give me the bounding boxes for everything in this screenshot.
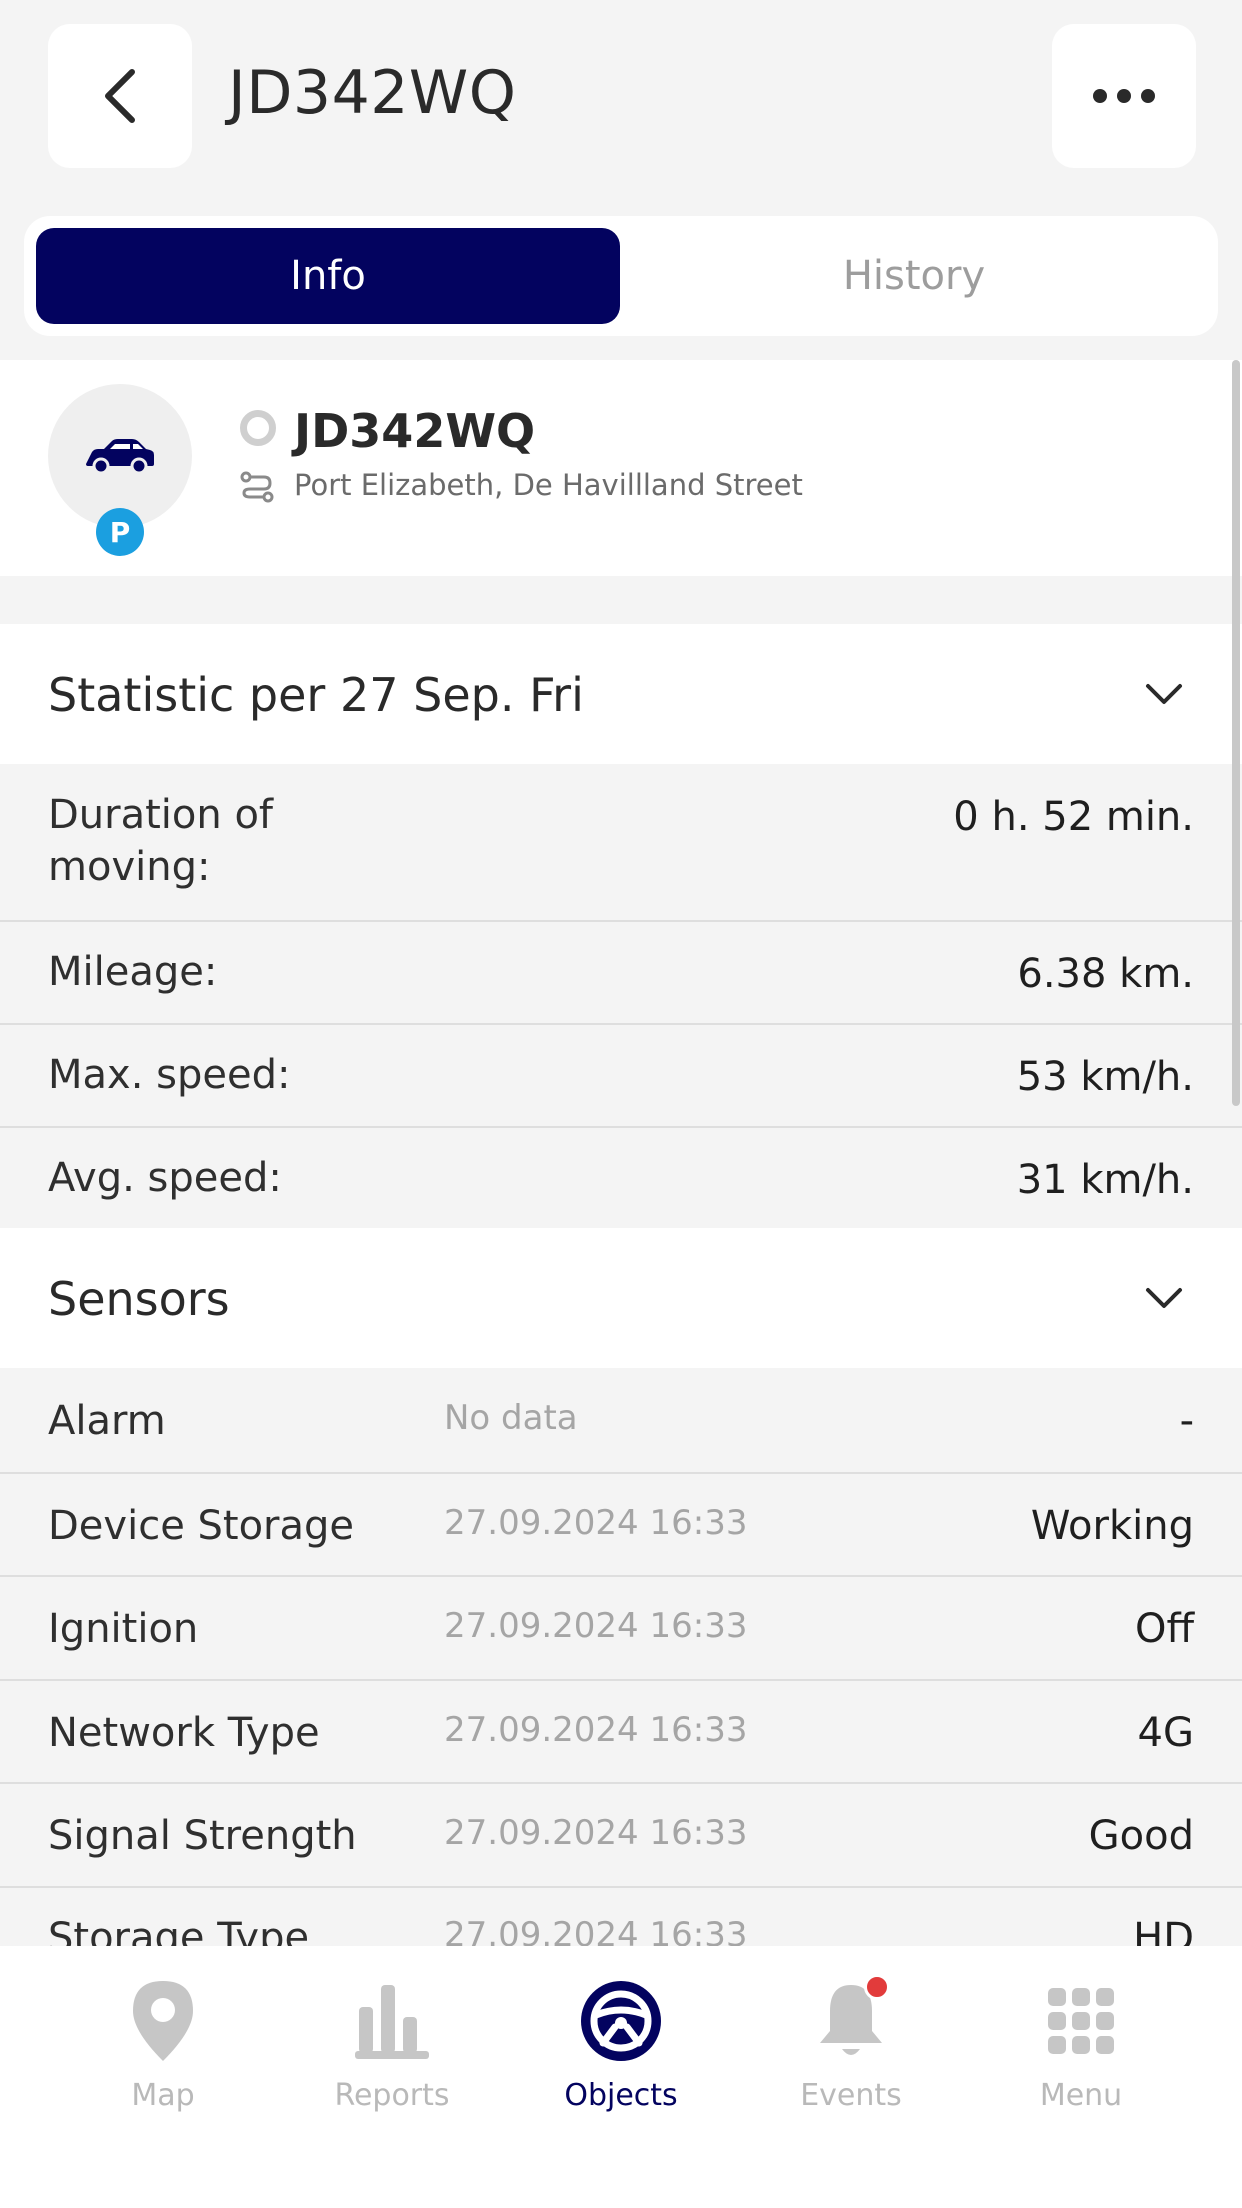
statistic-section-header[interactable]: Statistic per 27 Sep. Fri — [0, 624, 1242, 764]
more-horizontal-icon — [1093, 89, 1107, 103]
nav-icon-wrap — [576, 1976, 666, 2066]
sensor-timestamp: 27.09.2024 16:33 — [444, 1813, 748, 1853]
nav-label: Reports — [334, 2078, 450, 2113]
car-icon — [86, 439, 154, 475]
sensor-timestamp: 27.09.2024 16:33 — [444, 1606, 748, 1646]
object-address: Port Elizabeth, De Havillland Street — [294, 468, 803, 502]
sensor-value: Good — [1088, 1813, 1194, 1859]
bottom-navigation: Map Reports Objects Events Menu — [0, 1946, 1242, 2208]
tab-bar: Info History — [24, 216, 1218, 336]
parking-status-badge: P — [96, 508, 144, 556]
header: JD342WQ — [0, 0, 1242, 196]
statistic-label: Mileage: — [48, 949, 218, 995]
tab-history[interactable]: History — [622, 228, 1206, 324]
sensor-value: 4G — [1137, 1710, 1194, 1756]
bar-chart-icon — [355, 1985, 429, 2059]
sensors-title: Sensors — [48, 1272, 230, 1326]
nav-label: Objects — [564, 2078, 678, 2113]
chevron-down-icon — [1146, 684, 1182, 704]
sensor-label: Signal Strength — [48, 1813, 357, 1859]
nav-icon-wrap — [347, 1976, 437, 2066]
statistic-row-mileage: Mileage: 6.38 km. — [0, 922, 1242, 1025]
nav-item-objects[interactable]: Objects — [506, 1946, 736, 2146]
statistic-row-avg-speed: Avg. speed: 31 km/h. — [0, 1128, 1242, 1228]
statistic-value: 31 km/h. — [1016, 1157, 1194, 1203]
nav-icon-wrap — [1036, 1976, 1126, 2066]
sensor-label: Device Storage — [48, 1503, 355, 1549]
sensor-label: Ignition — [48, 1606, 199, 1652]
statistic-label: Avg. speed: — [48, 1155, 282, 1201]
steering-wheel-icon — [581, 1981, 661, 2061]
statistic-label: Duration of moving: — [48, 792, 273, 890]
nav-item-menu[interactable]: Menu — [966, 1946, 1196, 2146]
nav-icon-wrap — [806, 1974, 896, 2066]
sensor-label: Alarm — [48, 1398, 166, 1444]
nav-item-events[interactable]: Events — [736, 1946, 966, 2146]
more-dot — [1117, 89, 1131, 103]
object-details-screen: JD342WQ Info History P JD342WQ Port Eliz… — [0, 0, 1242, 2208]
more-options-button[interactable] — [1052, 24, 1196, 168]
notification-dot — [864, 1974, 890, 2000]
object-card[interactable]: P JD342WQ Port Elizabeth, De Havillland … — [0, 360, 1242, 576]
page-title: JD342WQ — [228, 58, 517, 128]
sensor-timestamp: No data — [444, 1398, 578, 1438]
statistic-row-max-speed: Max. speed: 53 km/h. — [0, 1025, 1242, 1128]
object-name: JD342WQ — [294, 404, 536, 458]
nav-item-map[interactable]: Map — [48, 1946, 278, 2146]
sensor-row-signal-strength[interactable]: Signal Strength 27.09.2024 16:33 Good — [0, 1784, 1242, 1888]
grid-icon — [1048, 1988, 1114, 2054]
chevron-down-icon — [1146, 1288, 1182, 1308]
statistic-value: 53 km/h. — [1016, 1054, 1194, 1100]
statistic-value: 0 h. 52 min. — [953, 794, 1194, 840]
scrollbar[interactable] — [1232, 360, 1240, 1106]
route-icon — [240, 471, 274, 503]
nav-item-reports[interactable]: Reports — [277, 1946, 507, 2146]
back-button[interactable] — [48, 24, 192, 168]
sensor-row-network-type[interactable]: Network Type 27.09.2024 16:33 4G — [0, 1681, 1242, 1784]
map-pin-icon — [133, 1981, 193, 2061]
statistic-label: Max. speed: — [48, 1052, 291, 1098]
chevron-left-icon — [105, 69, 135, 123]
sensor-row-ignition[interactable]: Ignition 27.09.2024 16:33 Off — [0, 1577, 1242, 1681]
vehicle-avatar — [48, 384, 192, 528]
statistic-value: 6.38 km. — [1017, 951, 1194, 997]
sensor-row-device-storage[interactable]: Device Storage 27.09.2024 16:33 Working — [0, 1474, 1242, 1577]
sensor-timestamp: 27.09.2024 16:33 — [444, 1503, 748, 1543]
sensor-row-alarm[interactable]: Alarm No data - — [0, 1368, 1242, 1474]
nav-icon-wrap — [118, 1976, 208, 2066]
sensors-section-header[interactable]: Sensors — [0, 1228, 1242, 1368]
sensor-label: Network Type — [48, 1710, 320, 1756]
sensor-value: - — [1179, 1398, 1194, 1444]
sensor-timestamp: 27.09.2024 16:33 — [444, 1710, 748, 1750]
statistic-title: Statistic per 27 Sep. Fri — [48, 668, 584, 722]
nav-label: Events — [800, 2078, 902, 2113]
sensor-value: Working — [1030, 1503, 1194, 1549]
nav-label: Map — [131, 2078, 195, 2113]
sensor-value: Off — [1134, 1606, 1194, 1652]
status-indicator — [240, 410, 276, 446]
statistic-row-duration: Duration of moving: 0 h. 52 min. — [0, 764, 1242, 922]
more-dot — [1141, 89, 1155, 103]
tab-info[interactable]: Info — [36, 228, 620, 324]
nav-label: Menu — [1039, 2078, 1123, 2113]
